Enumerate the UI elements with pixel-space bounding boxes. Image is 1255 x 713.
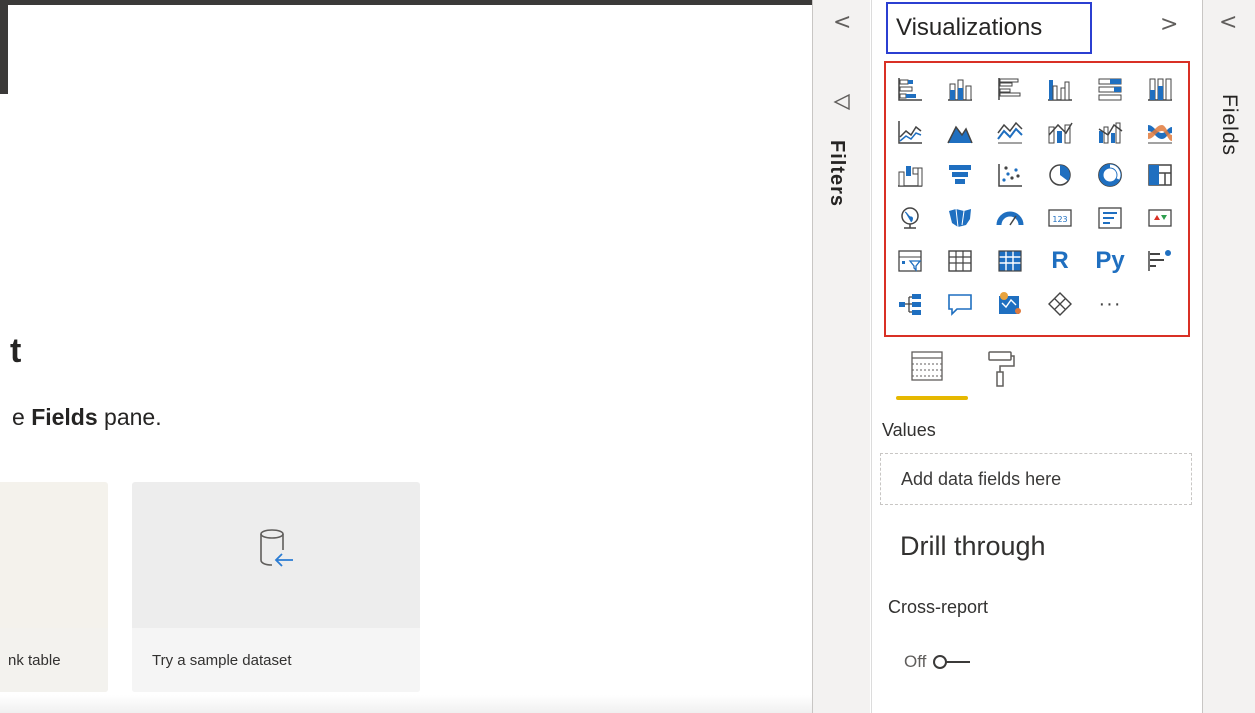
area-chart-icon[interactable] (942, 115, 978, 149)
pane-tabs (896, 350, 1016, 406)
canvas-bottom-shade (0, 695, 812, 713)
donut-chart-icon[interactable] (1092, 158, 1128, 192)
card-label-bar: nk table (0, 628, 108, 692)
canvas-subtitle: e Fields pane. (12, 404, 162, 431)
map-icon[interactable] (892, 201, 928, 235)
fields-pane-label[interactable]: Fields (1217, 94, 1241, 156)
filters-pane: < Filters (812, 0, 870, 713)
100-percent-stacked-column-icon[interactable] (1142, 72, 1178, 106)
blank-table-card[interactable]: nk table (0, 482, 108, 692)
cross-report-toggle[interactable]: Off (904, 652, 972, 672)
paint-roller-icon (988, 351, 1015, 387)
canvas-left-border (0, 0, 8, 94)
more-visuals-icon[interactable]: ··· (1092, 287, 1128, 321)
fields-collapse-button[interactable]: < (1219, 10, 1237, 35)
waterfall-chart-icon[interactable] (892, 158, 928, 192)
qna-visual-icon[interactable] (942, 287, 978, 321)
canvas-subtitle-suffix: pane. (97, 404, 162, 430)
active-tab-indicator (896, 396, 968, 400)
canvas-top-border (0, 0, 812, 5)
stacked-column-chart-icon[interactable] (942, 72, 978, 106)
clustered-column-chart-icon[interactable] (1042, 72, 1078, 106)
pie-chart-icon[interactable] (1042, 158, 1078, 192)
drill-through-heading: Drill through (900, 531, 1046, 561)
canvas-subtitle-prefix: e (12, 404, 32, 430)
ribbon-chart-icon[interactable] (1142, 115, 1178, 149)
line-chart-icon[interactable] (892, 115, 928, 149)
canvas-heading: t (10, 332, 22, 370)
filters-pane-label[interactable]: Filters (825, 140, 848, 207)
gauge-icon[interactable] (992, 201, 1028, 235)
funnel-chart-icon[interactable] (942, 158, 978, 192)
canvas-subtitle-bold: Fields (31, 404, 98, 430)
toggle-switch-icon (933, 655, 971, 669)
treemap-icon[interactable] (1142, 158, 1178, 192)
visualizations-title: Visualizations (896, 14, 1043, 41)
line-and-clustered-column-icon[interactable] (1092, 115, 1128, 149)
more-visuals-label: ··· (1098, 292, 1122, 315)
multi-row-card-icon[interactable] (1092, 201, 1128, 235)
values-well-label: Values (882, 420, 936, 440)
sample-dataset-card-label: Try a sample dataset (152, 651, 292, 669)
scatter-chart-icon[interactable] (992, 158, 1028, 192)
report-canvas: t e Fields pane. nk table Try a sample d… (0, 0, 812, 713)
smart-narrative-icon[interactable] (992, 287, 1028, 321)
svg-text:123: 123 (1052, 215, 1067, 224)
fields-pane: < Fields (1202, 0, 1255, 713)
key-influencers-icon[interactable] (1142, 244, 1178, 278)
visualizations-pane: Visualizations > 123 R Py ··· Values Add… (871, 0, 1202, 713)
line-and-stacked-column-icon[interactable] (1042, 115, 1078, 149)
card-label-bar: Try a sample dataset (132, 628, 420, 692)
fields-well-tab[interactable] (910, 350, 946, 389)
decomposition-tree-icon[interactable] (892, 287, 928, 321)
visualizations-collapse-button[interactable]: > (1160, 12, 1178, 37)
database-import-icon (256, 526, 296, 581)
fields-well-icon (911, 351, 943, 381)
card-icon[interactable]: 123 (1042, 201, 1078, 235)
table-icon[interactable] (942, 244, 978, 278)
kpi-icon[interactable] (1142, 201, 1178, 235)
visual-type-gallery: 123 R Py ··· (884, 61, 1190, 337)
stacked-area-chart-icon[interactable] (992, 115, 1028, 149)
r-script-visual-icon[interactable]: R (1042, 244, 1078, 278)
sample-dataset-card[interactable]: Try a sample dataset (132, 482, 420, 692)
add-data-fields-dropzone[interactable]: Add data fields here (880, 453, 1192, 505)
clustered-bar-chart-icon[interactable] (992, 72, 1028, 106)
cross-report-label: Cross-report (888, 597, 989, 617)
funnel-icon (832, 92, 852, 117)
format-paint-roller-tab[interactable] (986, 350, 1016, 395)
toggle-state-label: Off (904, 652, 927, 671)
matrix-icon[interactable] (992, 244, 1028, 278)
power-apps-icon[interactable] (1042, 287, 1078, 321)
python-visual-label: Py (1095, 247, 1125, 274)
blank-table-card-label: nk table (8, 651, 61, 669)
python-visual-icon[interactable]: Py (1092, 244, 1128, 278)
stacked-bar-chart-icon[interactable] (892, 72, 928, 106)
visualizations-header: Visualizations (886, 2, 1092, 54)
r-visual-label: R (1051, 247, 1069, 274)
100-percent-stacked-bar-icon[interactable] (1092, 72, 1128, 106)
filled-map-icon[interactable] (942, 201, 978, 235)
filters-collapse-button[interactable]: < (833, 10, 851, 35)
slicer-icon[interactable] (892, 244, 928, 278)
